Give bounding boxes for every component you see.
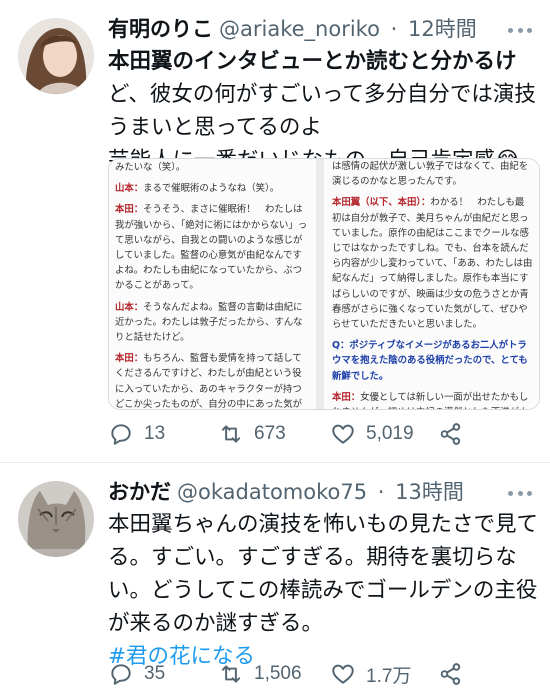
article-text: まるで催眠術のようなね（笑）。 [143,183,280,195]
tweet-2[interactable]: おかだ @okadatomoko75 · 13時間 本田翼ちゃんの演技を怖いもの見… [0,463,550,699]
comment-bubble-icon [111,424,131,445]
retweet-button[interactable]: 673 [218,418,286,450]
display-name[interactable]: 有明のりこ [108,17,213,41]
tweet-text-line: ど、彼女の何がすごいって多分自分では演技 [108,82,536,107]
separator-dot: · [377,480,385,504]
article-text: 女優としては新しい一面が出せたかもしれませんが、初めは由紀の漠然とした不満がよく… [332,391,529,409]
display-name[interactable]: おかだ [108,480,171,504]
speaker-label: 本田： [332,391,361,403]
more-dots-icon[interactable] [508,22,532,38]
image-gutter [316,159,324,409]
tweet-1-image[interactable]: みたいな（笑）。 山本：まるで催眠術のようなね（笑）。 本田：そうそう、まさに催… [108,158,540,410]
article-paragraph: 本田：女優としては新しい一面が出せたかもしれませんが、初めは由紀の漠然とした不満… [332,390,533,409]
tweet-2-actions: 35 1,506 1.7万 [108,658,528,690]
retweet-arrows-icon [221,425,241,443]
share-button[interactable] [438,658,464,690]
retweet-count: 673 [254,423,286,444]
speaker-label: 本田翼（以下、本田）： [332,197,431,209]
article-text: そうなんだよね。監督の言動は由紀に近かった。わたしは敦子だったから、すんなりと話… [115,301,303,344]
timestamp[interactable]: 13時間 [395,480,464,504]
retweet-button[interactable]: 1,506 [218,658,302,690]
article-paragraph: 山本：そうなんだよね。監督の言動は由紀に近かった。わたしは敦子だったから、すんな… [115,300,308,346]
like-count: 1.7万 [366,665,412,687]
tweet-2-header: おかだ @okadatomoko75 · 13時間 [108,479,464,505]
tweet-1-header: 有明のりこ @ariake_noriko · 12時間 [108,16,477,42]
like-button[interactable]: 5,019 [330,418,414,450]
avatar-ariake[interactable] [18,18,94,94]
comment-bubble-icon [111,664,131,685]
reply-count: 35 [144,663,166,684]
article-paragraph: 山本：まるで催眠術のようなね（笑）。 [115,181,308,196]
tweet-text-line: る。すごい。すごすぎる。期待を裏切らな [108,545,517,570]
interview-question: Q：ポジティブなイメージがあるお二人がトラウマを抱えた陰のある役柄だったので、と… [332,340,528,382]
reply-button[interactable]: 35 [108,658,165,690]
speaker-label: 本田： [115,204,144,216]
article-text: わかる！ わたしも最初は自分が敦子で、美月ちゃんが由紀だと思っていました。原作の… [332,197,533,331]
heart-icon [332,664,354,684]
tweet-1[interactable]: 有明のりこ @ariake_noriko · 12時間 本田翼のインタビューとか読… [0,0,550,462]
tweet-text-line: が来るのか謎すぎる。 [108,611,324,636]
reply-count: 13 [144,423,166,444]
article-paragraph: 本田翼（以下、本田）：わかる！ わたしも最初は自分が敦子で、美月ちゃんが由紀だと… [332,195,533,332]
retweet-arrows-icon [221,665,241,683]
speaker-label: 本田： [115,353,144,365]
like-button[interactable]: 1.7万 [330,658,411,690]
speaker-label: 山本： [115,183,144,195]
tweet-text-line: 本田翼ちゃんの演技を怖いもの見たさで見て [108,512,539,537]
tweet-text-line: うまいと思ってるのよ [108,115,322,140]
handle[interactable]: @ariake_noriko [219,17,380,41]
article-text: は感情の起伏が激しい敦子ではなくて、由紀を演じるのかなと思ったんです。 [332,161,529,188]
article-paragraph: 本田：もちろん、監督も愛情を持って話してくださるんですけど、わたしが由紀という役… [115,351,308,409]
retweet-count: 1,506 [254,663,302,684]
article-panel-right: は感情の起伏が激しい敦子ではなくて、由紀を演じるのかなと思ったんです。 本田翼（… [324,159,539,409]
speaker-label: 山本： [115,301,144,313]
tweet-1-actions: 13 673 5,019 [108,418,528,450]
tweet-text-line: い。どうしてこの棒読みでゴールデンの主役 [108,578,538,603]
separator-dot: · [390,17,398,41]
like-count: 5,019 [366,423,414,444]
article-text: そうそう、まさに催眠術！ わたしは我が強いから、「絶対に術にはかからない」って思… [115,204,308,292]
share-icon [440,663,461,685]
article-text: もちろん、監督も愛情を持って話してくださるんですけど、わたしが由紀という役に入っ… [115,353,303,409]
article-text: みたいな（笑）。 [115,162,186,173]
heart-icon [332,424,354,444]
timestamp[interactable]: 12時間 [408,17,477,41]
tweet-text-line: 本田翼のインタビューとか読むと分かるけ [108,49,517,74]
article-panel-left: みたいな（笑）。 山本：まるで催眠術のようなね（笑）。 本田：そうそう、まさに催… [109,159,316,409]
reply-button[interactable]: 13 [108,418,165,450]
more-dots-icon[interactable] [508,485,532,501]
share-icon [440,423,461,445]
avatar-okada[interactable] [18,481,94,557]
handle[interactable]: @okadatomoko75 [177,480,367,504]
tweet-2-text: 本田翼ちゃんの演技を怖いもの見たさで見て る。すごい。すごすぎる。期待を裏切らな… [108,508,538,673]
share-button[interactable] [438,418,464,450]
article-paragraph: 本田：そうそう、まさに催眠術！ わたしは我が強いから、「絶対に術にはかからない」… [115,202,308,293]
